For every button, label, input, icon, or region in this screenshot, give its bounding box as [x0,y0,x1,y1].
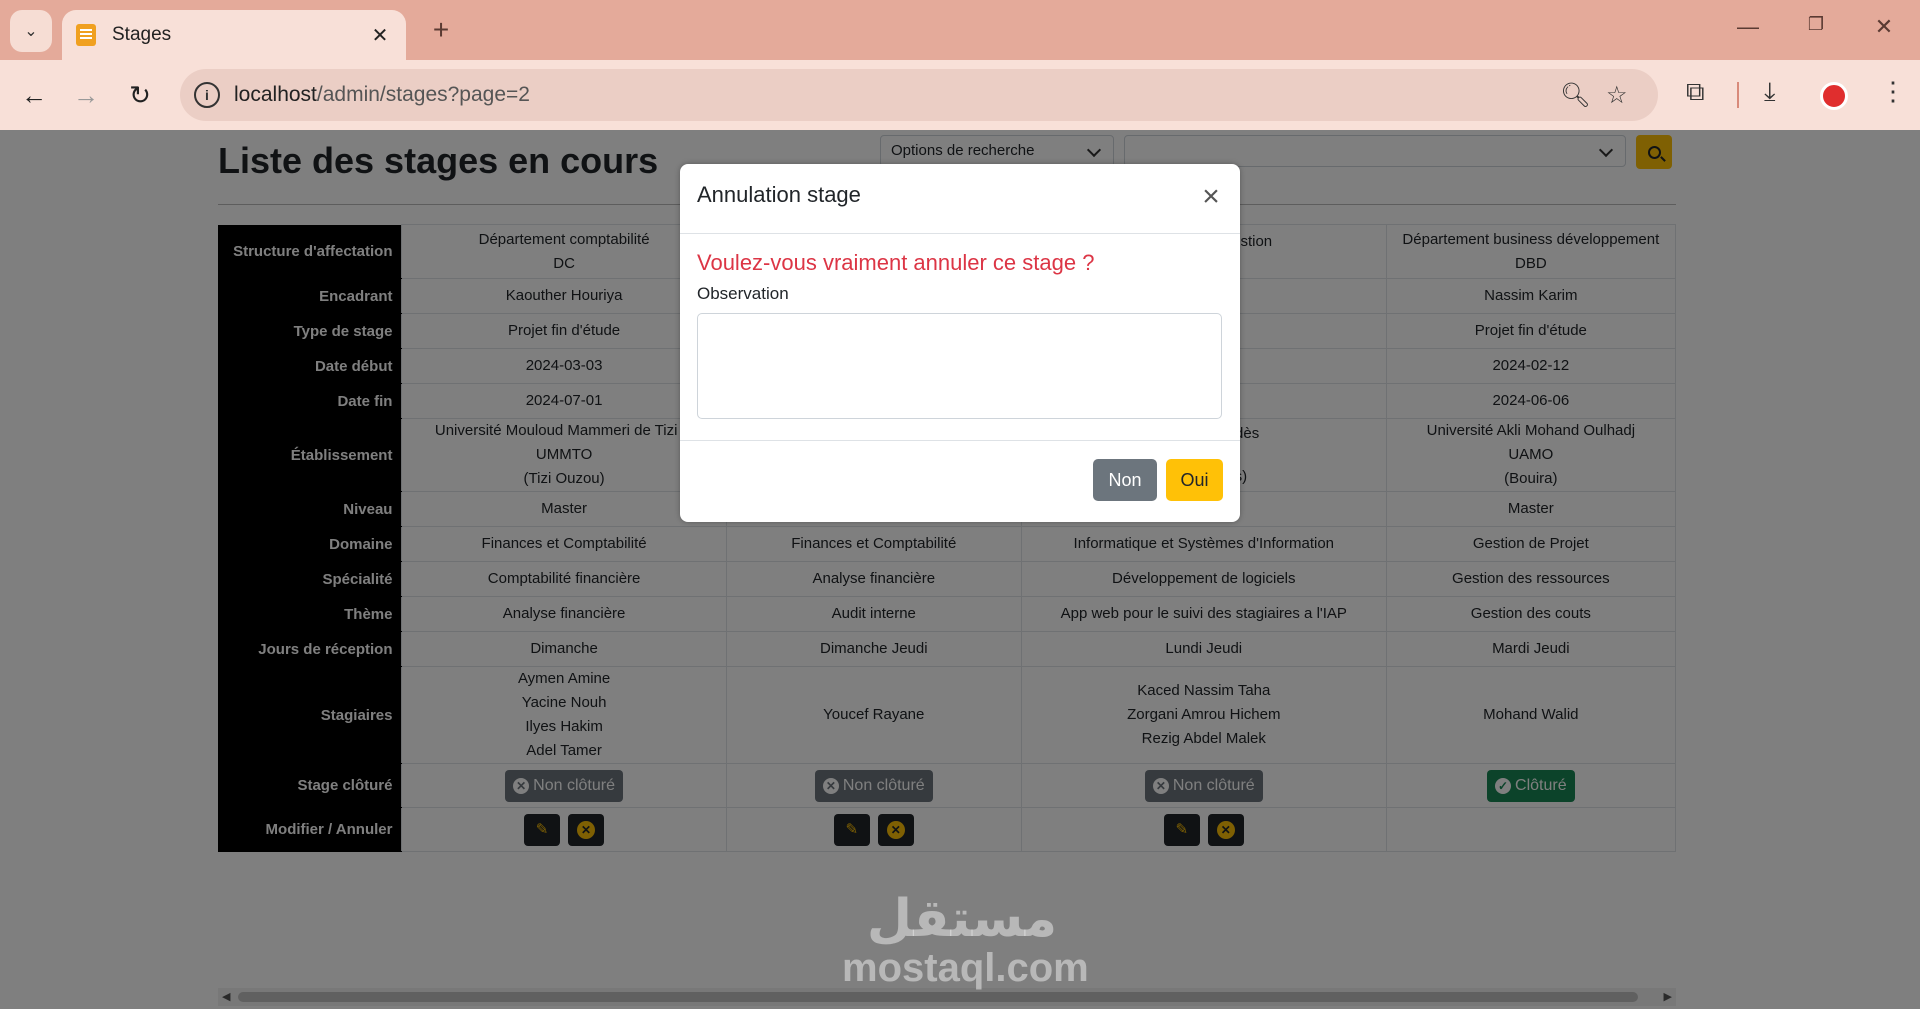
forward-button[interactable]: → [68,77,104,113]
restore-button[interactable]: ❐ [1796,14,1836,35]
reload-button[interactable]: ↻ [122,77,158,113]
browser-tab[interactable]: Stages ✕ [62,10,406,60]
menu-kebab-icon[interactable]: ⋮ [1880,76,1906,107]
cancel-stage-modal: Annulation stage × Voulez-vous vraiment … [680,164,1240,522]
new-tab-button[interactable]: + [426,14,456,46]
site-info-icon[interactable]: i [194,82,220,108]
non-button[interactable]: Non [1093,459,1157,501]
close-icon[interactable]: × [1198,182,1224,212]
toolbar-divider [1737,82,1739,108]
tab-title: Stages [112,24,172,45]
page-viewport: Liste des stages en cours Options de rec… [0,130,1920,1009]
extensions-icon[interactable]: ⧉ [1686,76,1705,108]
modal-header: Annulation stage × [680,164,1240,234]
favicon-icon [76,24,96,46]
window-close-button[interactable]: ✕ [1864,14,1904,40]
star-icon[interactable]: ☆ [1606,81,1628,110]
observation-textarea[interactable] [697,313,1222,419]
download-icon[interactable]: ⤓ [1764,76,1776,108]
tab-search-button[interactable]: ⌄ [10,10,52,52]
modal-body: Voulez-vous vraiment annuler ce stage ? … [680,234,1240,435]
browser-chrome: ⌄ Stages ✕ + — ❐ ✕ ← → ↻ i localhost/adm… [0,0,1920,130]
close-icon[interactable]: ✕ [368,23,392,48]
chevron-down-icon: ⌄ [24,23,38,40]
url-text: localhost/admin/stages?page=2 [234,83,530,106]
browser-toolbar: ← → ↻ i localhost/admin/stages?page=2 🔍︎… [0,60,1920,130]
minimize-button[interactable]: — [1728,14,1768,40]
observation-label: Observation [697,284,789,303]
back-button[interactable]: ← [16,77,52,113]
oui-button[interactable]: Oui [1166,459,1223,501]
profile-avatar[interactable] [1820,82,1848,110]
tab-bar: ⌄ Stages ✕ + — ❐ ✕ [0,0,1920,60]
zoom-icon[interactable]: 🔍︎ [1560,81,1590,110]
modal-footer: Non Oui [680,440,1240,522]
address-bar[interactable]: i localhost/admin/stages?page=2 🔍︎ ☆ [180,69,1658,121]
watermark: مستقل mostaql.com [842,889,1089,990]
confirm-question: Voulez-vous vraiment annuler ce stage ? [697,250,1095,275]
modal-title: Annulation stage [697,182,861,207]
